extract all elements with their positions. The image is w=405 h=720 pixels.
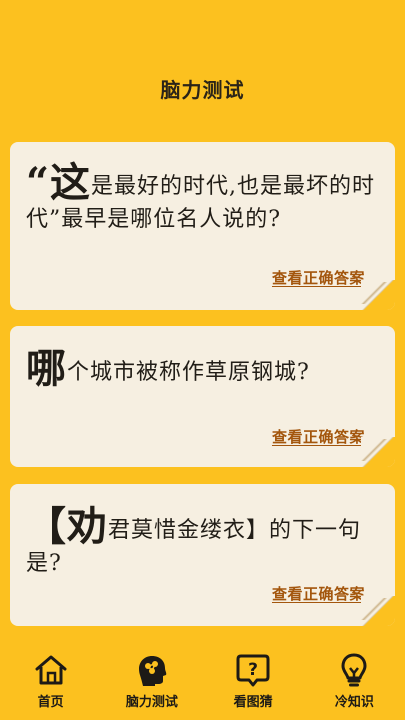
- tab-label: 首页: [37, 695, 64, 710]
- question-lead: 【劝: [26, 503, 108, 550]
- header-bar: 脑力测试: [0, 0, 405, 125]
- tab-brain-test[interactable]: 脑力测试: [101, 639, 202, 720]
- question-text: 哪个城市被称作草原钢城?: [26, 349, 379, 389]
- question-card[interactable]: “这是最好的时代,也是最坏的时代”最早是哪位名人说的? 查看正确答案: [10, 142, 395, 310]
- view-answer-link[interactable]: 查看正确答案: [272, 267, 365, 288]
- tab-label: 冷知识: [334, 695, 374, 710]
- page-curl-decoration: [361, 280, 395, 310]
- page-curl-decoration: [361, 437, 395, 467]
- tab-trivia[interactable]: 冷知识: [304, 639, 405, 720]
- question-card[interactable]: 【劝君莫惜金缕衣】的下一句是? 查看正确答案: [10, 484, 395, 626]
- page-curl-decoration: [361, 596, 395, 626]
- tab-picture-guess[interactable]: ? 看图猜: [203, 639, 304, 720]
- svg-text:?: ?: [248, 660, 258, 680]
- tab-label: 看图猜: [233, 695, 273, 710]
- tab-home[interactable]: 首页: [0, 639, 101, 720]
- question-text: 【劝君莫惜金缕衣】的下一句是?: [26, 507, 379, 580]
- lightbulb-icon: [341, 653, 367, 687]
- view-answer-link[interactable]: 查看正确答案: [272, 426, 365, 447]
- bottom-tab-bar: 首页 脑力测试 ? 看图猜 冷知识: [0, 639, 405, 720]
- tab-label: 脑力测试: [125, 695, 178, 710]
- page-title: 脑力测试: [160, 78, 245, 102]
- question-text: “这是最好的时代,也是最坏的时代”最早是哪位名人说的?: [26, 163, 379, 236]
- view-answer-link[interactable]: 查看正确答案: [272, 583, 365, 604]
- question-lead: “这: [26, 159, 92, 206]
- question-list: “这是最好的时代,也是最坏的时代”最早是哪位名人说的? 查看正确答案 哪个城市被…: [0, 125, 405, 639]
- home-icon: [35, 655, 67, 685]
- question-lead: 哪: [26, 345, 67, 392]
- question-body: 个城市被称作草原钢城?: [67, 360, 310, 385]
- question-bubble-icon: ?: [236, 654, 270, 687]
- question-card[interactable]: 哪个城市被称作草原钢城? 查看正确答案: [10, 326, 395, 467]
- brain-head-icon: [138, 656, 167, 686]
